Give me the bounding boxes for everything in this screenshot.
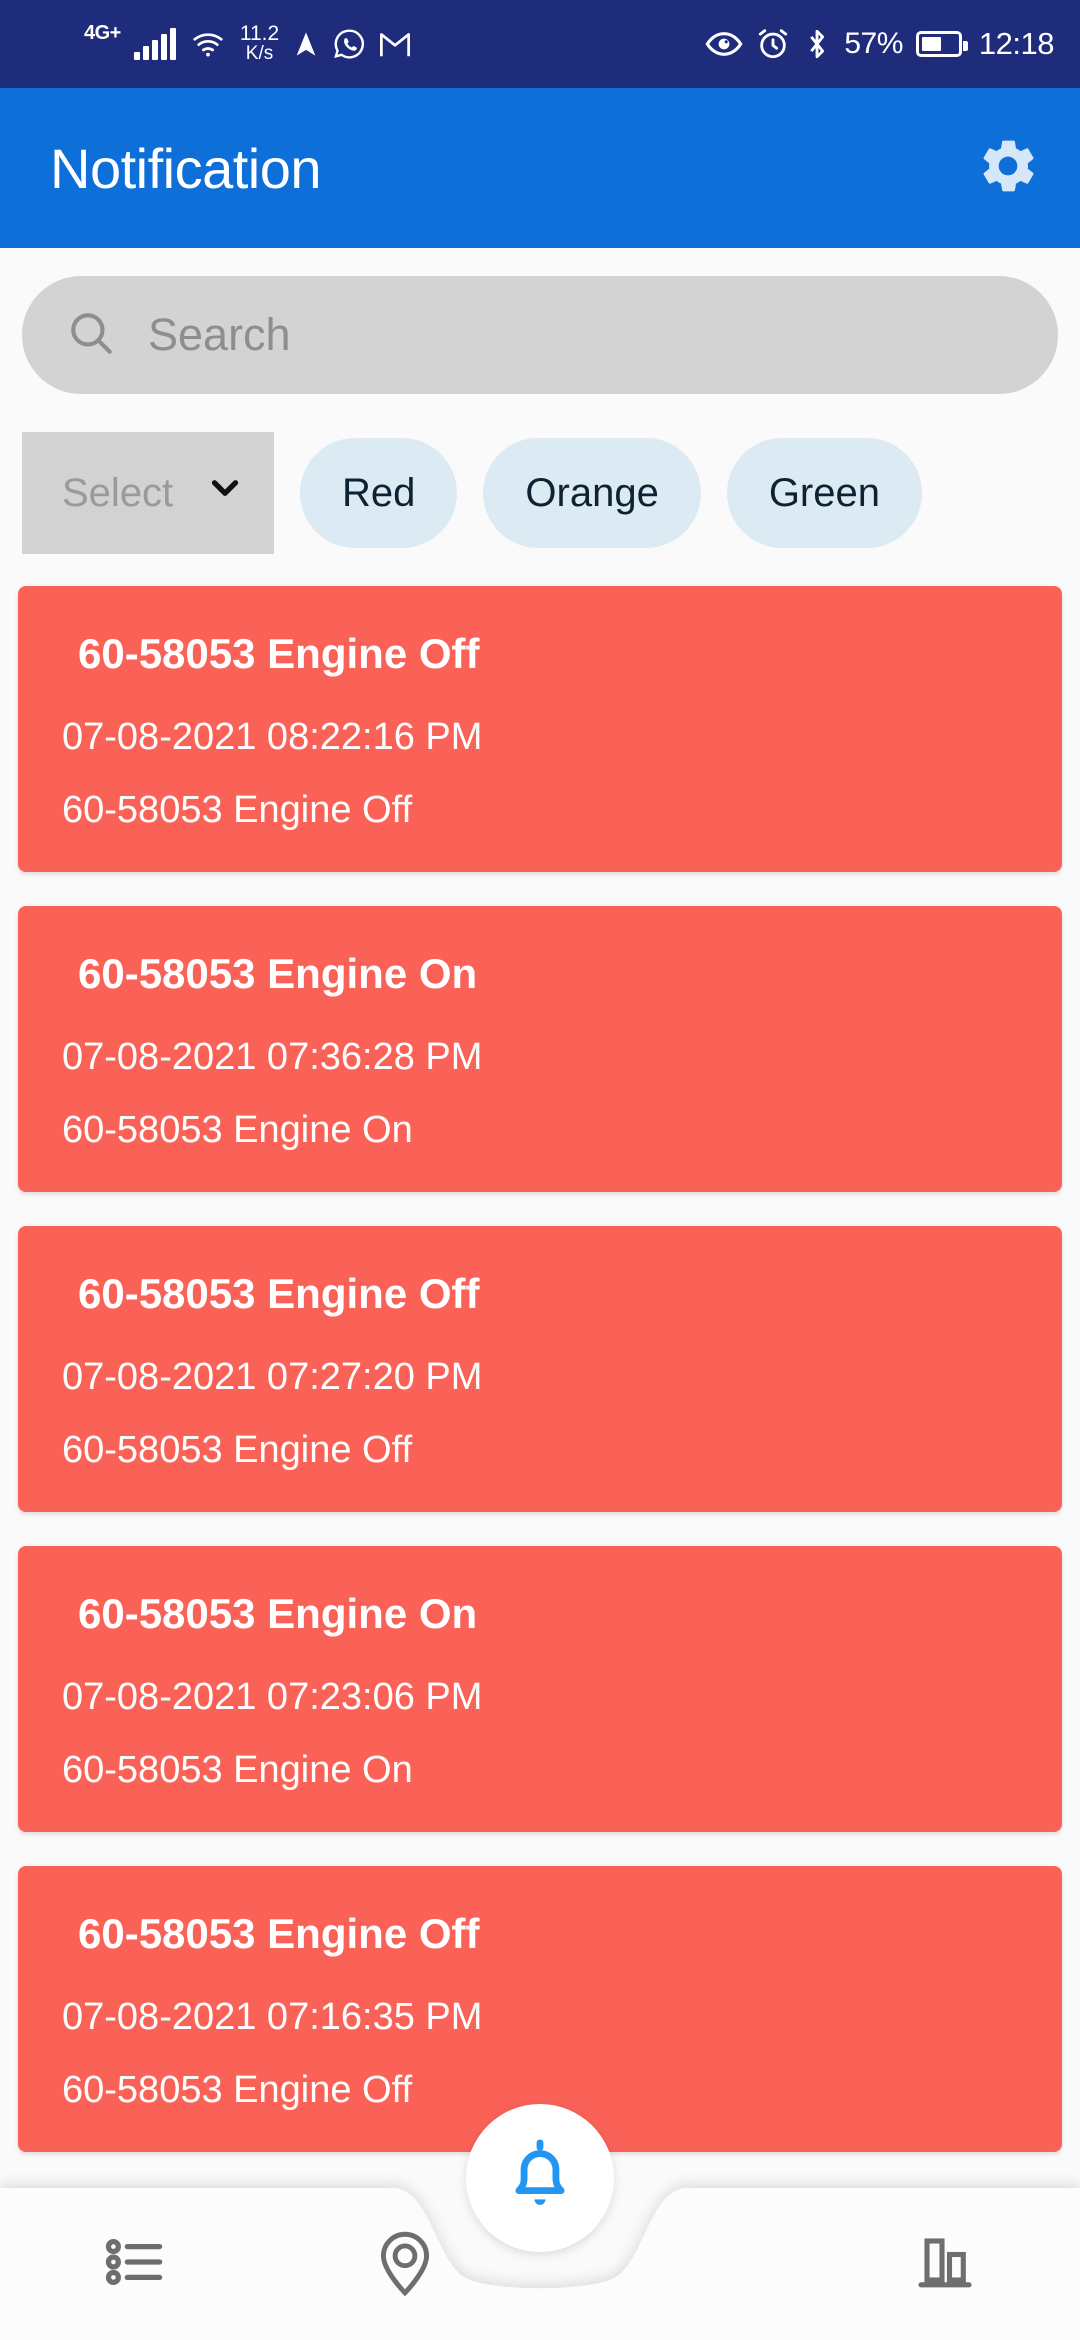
battery-percent-label: 57% bbox=[844, 27, 903, 60]
app-bar: Notification bbox=[0, 88, 1080, 248]
page-title: Notification bbox=[50, 136, 322, 200]
notification-card[interactable]: 60-58053 Engine Off 07-08-2021 08:22:16 … bbox=[18, 586, 1062, 872]
notification-timestamp: 07-08-2021 08:22:16 PM bbox=[62, 716, 483, 758]
notifications-fab-button[interactable] bbox=[466, 2104, 614, 2252]
bottom-navigation bbox=[0, 2104, 1080, 2340]
data-speed-indicator: 11.2 K/s bbox=[239, 22, 280, 64]
notification-timestamp: 07-08-2021 07:27:20 PM bbox=[62, 1356, 483, 1398]
nav-item-list[interactable] bbox=[0, 2225, 270, 2304]
notification-list[interactable]: 60-58053 Engine Off 07-08-2021 08:22:16 … bbox=[0, 554, 1080, 2152]
list-icon bbox=[98, 2225, 172, 2304]
filter-chip-green[interactable]: Green bbox=[726, 438, 922, 548]
bluetooth-icon bbox=[803, 27, 831, 61]
nav-item-reports[interactable] bbox=[810, 2226, 1080, 2303]
notification-timestamp: 07-08-2021 07:23:06 PM bbox=[62, 1676, 483, 1718]
notification-body: 60-58053 Engine Off bbox=[62, 1429, 413, 1471]
whatsapp-icon bbox=[333, 28, 365, 60]
search-icon bbox=[66, 308, 116, 363]
notification-timestamp: 07-08-2021 07:36:28 PM bbox=[62, 1036, 483, 1078]
chevron-down-icon bbox=[204, 467, 246, 519]
navigation-arrow-icon bbox=[292, 27, 320, 61]
gmail-icon bbox=[378, 29, 412, 59]
notification-body: 60-58053 Engine Off bbox=[62, 789, 413, 831]
battery-icon bbox=[915, 31, 968, 57]
filter-chip-red[interactable]: Red bbox=[300, 438, 458, 548]
notification-card[interactable]: 60-58053 Engine On 07-08-2021 07:36:28 P… bbox=[18, 906, 1062, 1192]
gear-icon bbox=[976, 140, 1040, 202]
search-section: Search bbox=[0, 248, 1080, 394]
wifi-icon bbox=[189, 28, 227, 60]
notification-body: 60-58053 Engine On bbox=[62, 1109, 413, 1151]
notification-title: 60-58053 Engine On bbox=[78, 950, 478, 997]
eye-icon bbox=[705, 29, 743, 59]
data-speed-unit: K/s bbox=[245, 43, 274, 64]
status-bar-right: 57% 12:18 bbox=[705, 26, 1055, 62]
filter-chip-orange[interactable]: Orange bbox=[483, 438, 701, 548]
search-placeholder: Search bbox=[148, 309, 291, 360]
network-type-label: 4G+ bbox=[84, 21, 121, 44]
alarm-clock-icon bbox=[756, 27, 790, 61]
status-bar: 4G+ 11.2 K/s 57% 12:18 bbox=[0, 0, 1080, 88]
notification-title: 60-58053 Engine Off bbox=[78, 630, 480, 677]
app-screen: 4G+ 11.2 K/s 57% 12:18 Notification Sear… bbox=[0, 0, 1080, 2340]
bar-chart-icon bbox=[909, 2226, 981, 2303]
notification-title: 60-58053 Engine Off bbox=[78, 1270, 480, 1317]
signal-bars-icon bbox=[133, 28, 176, 60]
status-bar-left: 4G+ 11.2 K/s bbox=[26, 21, 412, 64]
select-dropdown-label: Select bbox=[62, 470, 174, 515]
notification-card[interactable]: 60-58053 Engine Off 07-08-2021 07:27:20 … bbox=[18, 1226, 1062, 1512]
notification-card[interactable]: 60-58053 Engine On 07-08-2021 07:23:06 P… bbox=[18, 1546, 1062, 1832]
notification-body: 60-58053 Engine On bbox=[62, 1749, 413, 1791]
data-speed-value: 11.2 bbox=[239, 22, 280, 45]
settings-button[interactable] bbox=[976, 134, 1040, 203]
search-input[interactable]: Search bbox=[22, 276, 1058, 394]
select-dropdown[interactable]: Select bbox=[22, 432, 274, 554]
notification-timestamp: 07-08-2021 07:16:35 PM bbox=[62, 1996, 483, 2038]
bell-icon bbox=[501, 2137, 579, 2220]
location-pin-icon bbox=[368, 2225, 442, 2304]
filter-row: Select Red Orange Green bbox=[0, 394, 1080, 554]
notification-title: 60-58053 Engine Off bbox=[78, 1910, 480, 1957]
notification-title: 60-58053 Engine On bbox=[78, 1590, 478, 1637]
status-clock: 12:18 bbox=[978, 26, 1055, 61]
